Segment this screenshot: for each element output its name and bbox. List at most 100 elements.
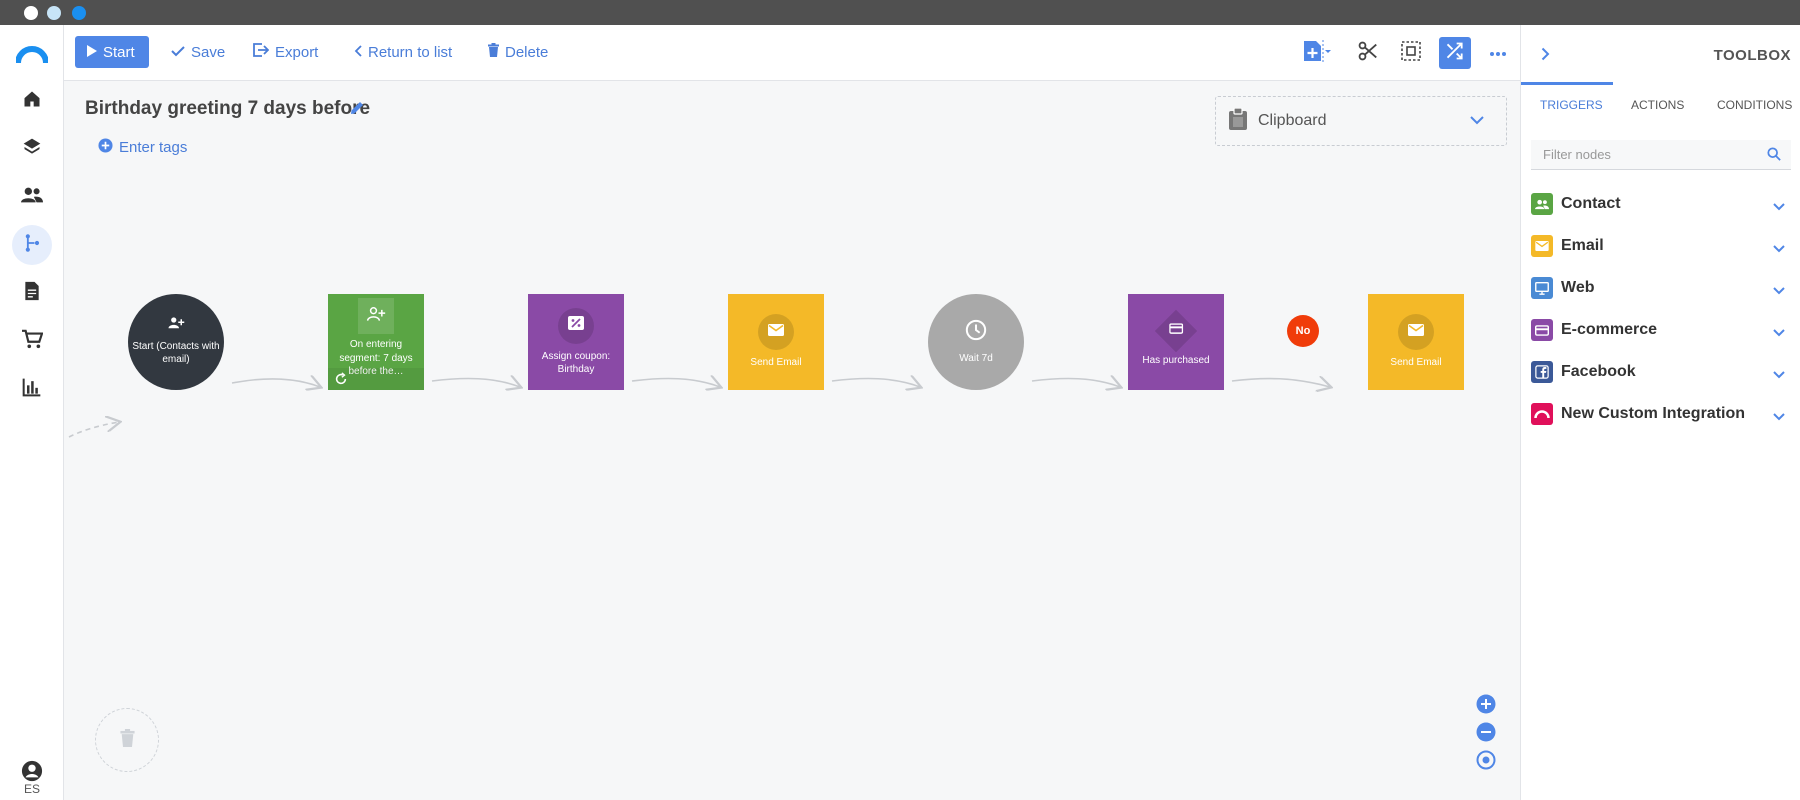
envelope-icon: [1408, 324, 1424, 341]
return-to-list-label: Return to list: [368, 43, 453, 61]
category-facebook-label: Facebook: [1561, 363, 1636, 380]
app-logo[interactable]: [15, 45, 49, 70]
category-web[interactable]: Web: [1531, 272, 1791, 304]
no-branch-badge[interactable]: No: [1287, 315, 1319, 347]
connector-4: [831, 379, 920, 387]
start-node[interactable]: Start (Contacts with email): [128, 294, 224, 390]
collapse-toolbox-chevron-icon[interactable]: [1541, 47, 1550, 66]
delete-drop-zone[interactable]: [95, 708, 159, 772]
auto-layout-button[interactable]: [1439, 37, 1471, 69]
category-contact-label: Contact: [1561, 195, 1621, 212]
envelope-icon: [768, 324, 784, 341]
toolbox-header: TOOLBOX: [1521, 25, 1800, 85]
has-purchased-node[interactable]: Has purchased: [1128, 294, 1224, 390]
chevron-down-icon: [1773, 366, 1785, 384]
toolbox-header-underline: [1521, 82, 1613, 85]
chevron-down-icon: [1773, 198, 1785, 216]
nav-home[interactable]: [12, 81, 52, 121]
add-node-button[interactable]: [1296, 37, 1338, 69]
nav-reports[interactable]: [12, 369, 52, 409]
clock-icon: [965, 319, 987, 346]
chevron-left-icon: [354, 44, 362, 61]
send-email-node-2[interactable]: Send Email: [1368, 294, 1464, 390]
category-email-label: Email: [1561, 237, 1604, 254]
category-new-custom-integration-label: New Custom Integration: [1561, 405, 1746, 422]
envelope-icon: [1531, 235, 1553, 257]
filter-nodes-placeholder: Filter nodes: [1543, 147, 1611, 162]
send-email-node-1[interactable]: Send Email: [728, 294, 824, 390]
segment-trigger-node[interactable]: On entering segment: 7 days before the…: [328, 294, 424, 390]
chevron-down-icon: [1773, 282, 1785, 300]
category-new-custom-integration[interactable]: New Custom Integration: [1531, 398, 1791, 430]
cart-icon: [21, 329, 44, 354]
home-icon: [22, 89, 42, 114]
category-web-label: Web: [1561, 279, 1595, 296]
target-icon: [1476, 750, 1496, 775]
trash-icon: [488, 43, 499, 61]
filter-nodes-input[interactable]: Filter nodes: [1531, 140, 1791, 170]
workflow-canvas[interactable]: Birthday greeting 7 days before Enter ta…: [64, 81, 1520, 800]
delete-button-label: Delete: [505, 43, 549, 61]
card-icon: [1531, 319, 1553, 341]
left-nav: ES: [0, 25, 64, 800]
window-titlebar: [0, 0, 1800, 25]
nav-workflows[interactable]: [12, 225, 52, 265]
nav-ecommerce[interactable]: [12, 321, 52, 361]
connector-incoming: [68, 422, 119, 438]
segment-icon-box: [358, 298, 394, 334]
coupon-node-label: Assign coupon: Birthday: [541, 350, 611, 376]
email-node-1-label: Send Email: [750, 357, 802, 369]
plus-circle-icon: [1476, 694, 1496, 719]
category-facebook[interactable]: Facebook: [1531, 356, 1791, 388]
window-maximize-button[interactable]: [72, 6, 86, 20]
return-to-list-button[interactable]: Return to list: [354, 36, 452, 68]
wait-node[interactable]: Wait 7d: [928, 294, 1024, 390]
export-button-label: Export: [275, 43, 319, 61]
window-close-button[interactable]: [24, 6, 38, 20]
start-button[interactable]: Start: [75, 36, 149, 68]
people-icon: [1531, 193, 1553, 215]
zoom-out-button[interactable]: [1475, 722, 1497, 747]
connector-6: [1231, 379, 1330, 387]
zoom-in-button[interactable]: [1475, 694, 1497, 719]
tab-actions[interactable]: ACTIONS: [1631, 98, 1684, 112]
save-button[interactable]: Save: [171, 36, 225, 68]
people-icon: [21, 185, 43, 210]
center-view-button[interactable]: [1475, 750, 1497, 775]
category-email[interactable]: Email: [1531, 230, 1791, 262]
search-icon: [1767, 147, 1781, 164]
toolbox-title: TOOLBOX: [1713, 47, 1791, 64]
start-node-label: Start (Contacts with email): [132, 340, 220, 366]
tab-triggers[interactable]: TRIGGERS: [1540, 98, 1603, 112]
chevron-down-icon: [1773, 240, 1785, 258]
assign-coupon-node[interactable]: Assign coupon: Birthday: [528, 294, 624, 390]
layers-icon: [22, 137, 42, 162]
category-ecommerce[interactable]: E-commerce: [1531, 314, 1791, 346]
save-button-label: Save: [191, 43, 226, 61]
delete-button[interactable]: Delete: [488, 36, 548, 68]
refresh-icon[interactable]: [334, 372, 348, 391]
start-button-label: Start: [103, 43, 135, 61]
select-all-button[interactable]: [1395, 37, 1427, 69]
integration-icon: [1531, 403, 1553, 425]
email-node-2-label: Send Email: [1390, 357, 1442, 369]
nav-contacts[interactable]: [12, 177, 52, 217]
wait-node-label: Wait 7d: [959, 352, 993, 364]
nav-documents[interactable]: [12, 273, 52, 313]
tab-conditions[interactable]: CONDITIONS: [1717, 98, 1792, 112]
email-icon-circle-2: [1398, 314, 1434, 351]
add-document-icon: [1302, 39, 1332, 67]
select-all-icon: [1401, 40, 1421, 66]
export-button[interactable]: Export: [253, 36, 318, 68]
window-minimize-button[interactable]: [47, 6, 61, 20]
language-label[interactable]: ES: [0, 782, 64, 796]
more-options-button[interactable]: [1482, 37, 1514, 69]
nav-layers[interactable]: [12, 129, 52, 169]
category-contact[interactable]: Contact: [1531, 188, 1791, 220]
export-icon: [253, 43, 270, 61]
chevron-down-icon: [1773, 324, 1785, 342]
minus-circle-icon: [1476, 722, 1496, 747]
cut-button[interactable]: [1352, 37, 1384, 69]
connector-2: [431, 379, 520, 387]
connector-5: [1031, 379, 1120, 387]
